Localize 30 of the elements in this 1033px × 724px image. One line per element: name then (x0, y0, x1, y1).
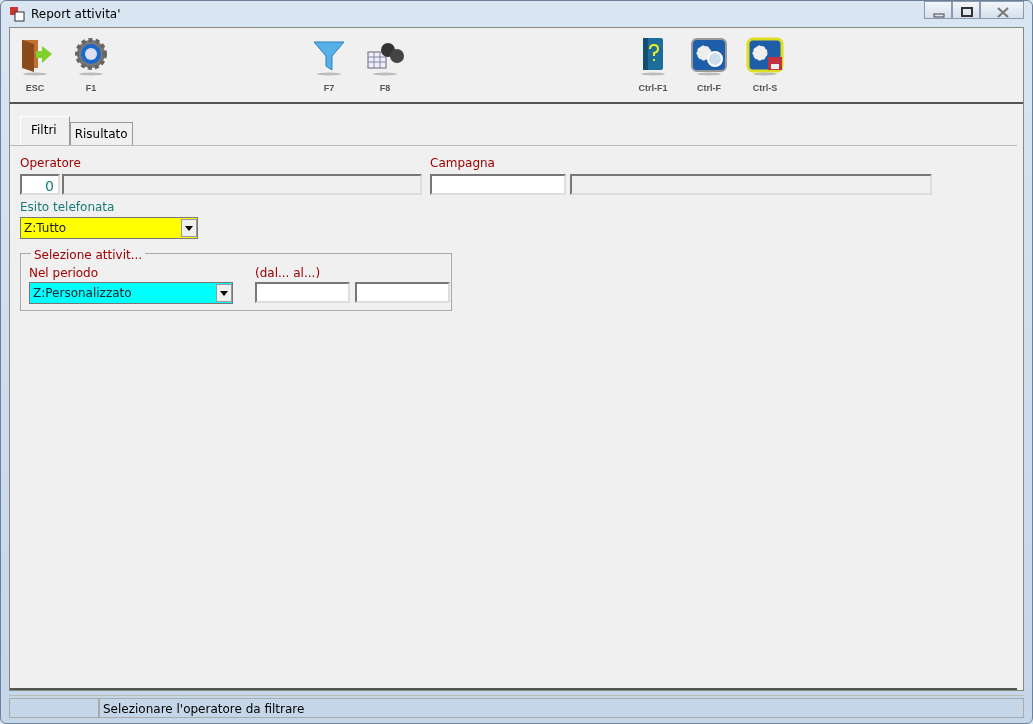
gear-floppy-icon[interactable] (746, 36, 784, 76)
gear-icon[interactable] (72, 36, 110, 76)
toolbar-label[interactable]: Ctrl-F1 (638, 82, 668, 96)
toolbar-label[interactable]: Ctrl-F (697, 82, 721, 96)
field-label: Nel periodo (29, 265, 100, 282)
field-label: Campagna (430, 155, 496, 172)
dropdown[interactable]: Z:Personalizzato (29, 282, 233, 304)
name-field[interactable] (62, 174, 422, 195)
date-field[interactable] (255, 282, 350, 303)
field-label: (dal... al...) (255, 265, 322, 282)
app-icon (9, 6, 25, 22)
window-title: Report attivita' (31, 6, 121, 23)
date-field[interactable] (355, 282, 450, 303)
tab[interactable]: Filtri (20, 116, 70, 145)
toolbar-label[interactable]: F8 (379, 82, 391, 96)
tab[interactable]: Risultato (69, 122, 133, 145)
dropdown[interactable]: Z:Tutto (20, 217, 198, 239)
field-label: Esito telefonata (20, 199, 116, 216)
dropdown-arrow-icon[interactable] (220, 290, 228, 296)
campaign-code-field[interactable] (430, 174, 566, 195)
toolbar-label[interactable]: F1 (85, 82, 97, 96)
toolbar-label[interactable]: Ctrl-S (752, 82, 778, 96)
code-field[interactable]: 0 (20, 174, 60, 195)
status-message: Selezionare l'operatore da filtrare (99, 698, 1024, 718)
group-legend: Selezione attivit... (31, 248, 146, 262)
field-label: Operatore (20, 155, 82, 172)
toolbar-label[interactable]: ESC (25, 82, 45, 96)
dropdown-arrow-icon[interactable] (185, 225, 193, 231)
toolbar-label[interactable]: F7 (323, 82, 335, 96)
campaign-name-field[interactable] (570, 174, 932, 195)
